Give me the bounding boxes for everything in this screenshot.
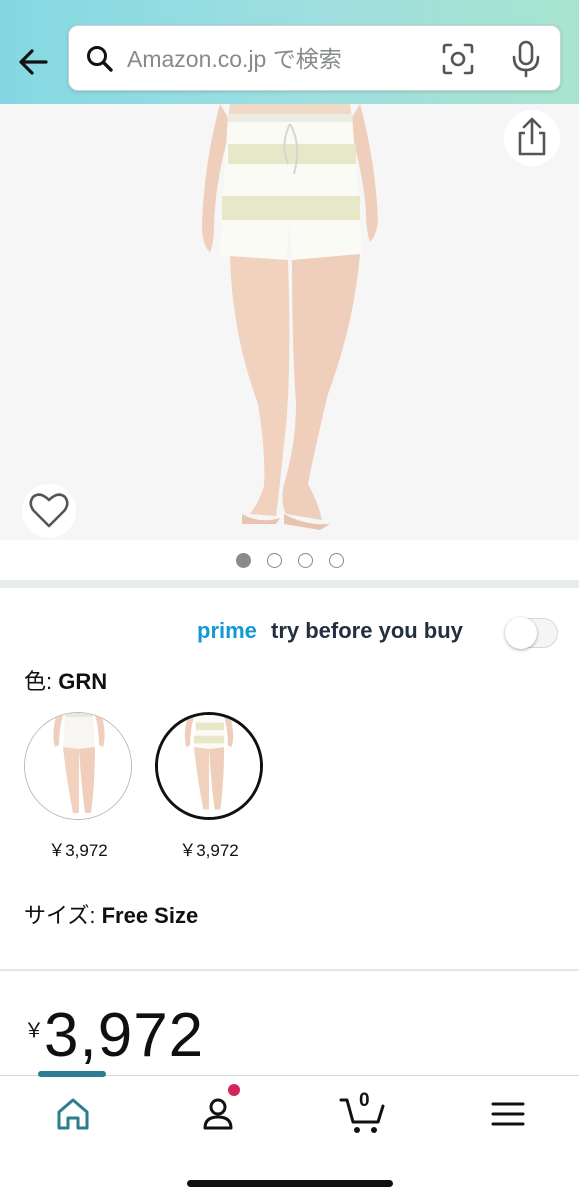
pagination-dot-3[interactable] [297, 552, 313, 568]
prime-label: prime [197, 618, 257, 643]
tab-menu[interactable] [486, 1092, 530, 1136]
share-button[interactable] [504, 110, 560, 166]
product-image-gallery[interactable] [0, 104, 579, 540]
swatch-image[interactable] [24, 712, 132, 820]
tab-account[interactable] [196, 1092, 240, 1136]
pagination-dot-1[interactable] [235, 552, 251, 568]
color-swatch-1[interactable]: ￥3,972 [24, 712, 132, 861]
notification-badge [228, 1084, 240, 1096]
search-bar[interactable] [68, 25, 561, 91]
price-amount: 3,972 [44, 1001, 205, 1070]
try-before-you-buy-label: try before you buy [271, 618, 463, 643]
tab-cart[interactable]: 0 [338, 1090, 388, 1136]
color-selection-label: 色: GRN [24, 664, 107, 696]
image-pagination-dots [0, 548, 579, 572]
swatch-price: ￥3,972 [179, 841, 239, 860]
prime-try-before-you-buy: prime try before you buy [0, 614, 579, 650]
try-before-you-buy-toggle[interactable] [505, 617, 558, 649]
share-icon [518, 117, 546, 156]
tab-home[interactable] [51, 1092, 95, 1136]
system-home-indicator [187, 1180, 393, 1187]
search-input[interactable] [127, 39, 427, 79]
wishlist-button[interactable] [22, 484, 76, 538]
section-divider [0, 580, 579, 588]
pagination-dot-2[interactable] [266, 552, 282, 568]
microphone-icon[interactable] [509, 40, 543, 78]
product-photo-model-shorts[interactable] [180, 104, 400, 540]
toggle-knob [505, 617, 537, 649]
camera-scan-icon[interactable] [441, 42, 475, 76]
home-icon [57, 1098, 89, 1130]
search-icon [87, 46, 113, 72]
back-arrow-icon [19, 49, 48, 75]
pagination-dot-4[interactable] [328, 552, 344, 568]
heart-icon [29, 493, 69, 528]
swatch-image[interactable] [155, 712, 263, 820]
selected-size-value: Free Size [101, 903, 199, 928]
menu-icon [491, 1102, 525, 1126]
size-prefix: サイズ: [24, 903, 102, 928]
section-divider [0, 969, 579, 971]
active-tab-indicator [38, 1071, 106, 1077]
shorts-thumbnail [25, 713, 131, 819]
currency-symbol: ￥ [24, 1020, 44, 1042]
color-prefix: 色: [24, 669, 59, 694]
swatch-price: ￥3,972 [48, 841, 108, 860]
back-button[interactable] [14, 42, 54, 82]
size-selection-label[interactable]: サイズ: Free Size [24, 898, 198, 930]
shorts-thumbnail [158, 715, 260, 817]
account-icon [203, 1098, 233, 1130]
cart-count: 0 [359, 1090, 370, 1111]
color-swatch-2[interactable]: ￥3,972 [155, 712, 263, 861]
top-search-header [0, 0, 579, 104]
selected-color-value: GRN [58, 669, 108, 694]
